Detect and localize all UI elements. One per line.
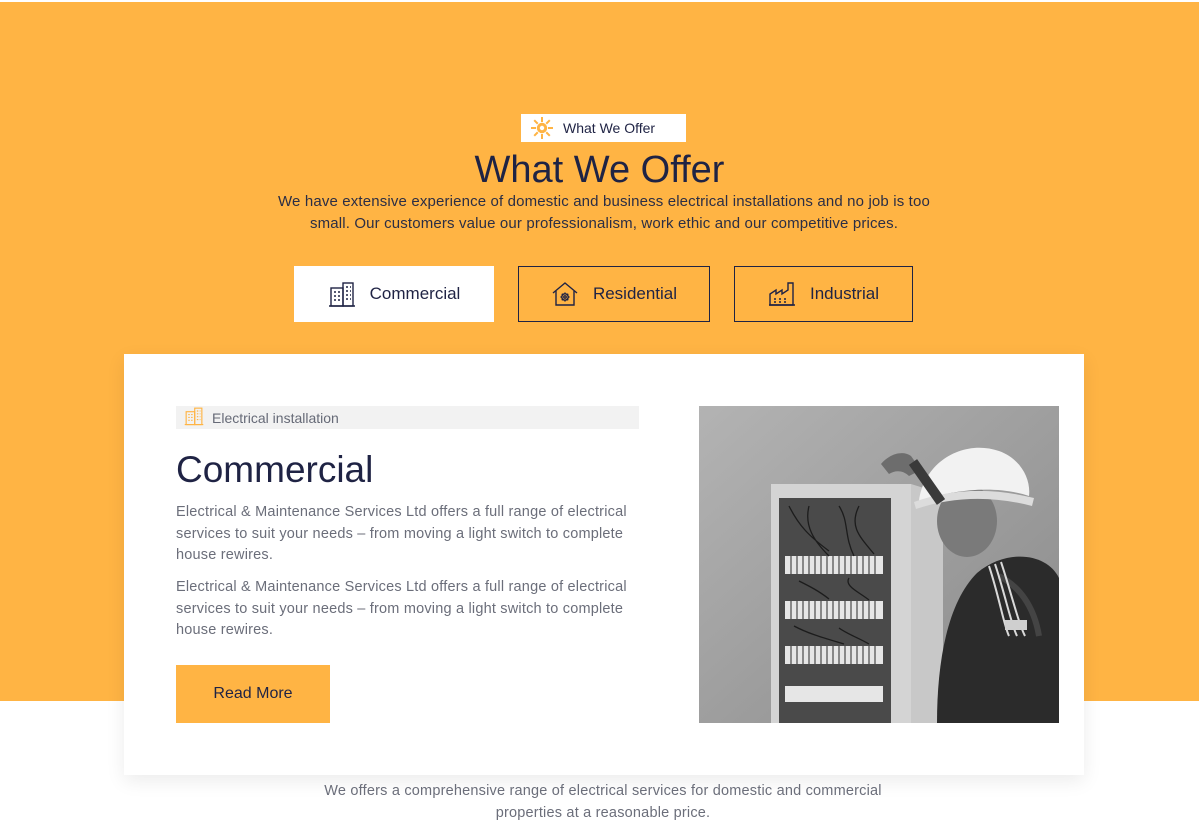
electrician-photo	[699, 406, 1059, 723]
section-title: What We Offer	[474, 149, 725, 191]
sun-gear-icon	[530, 116, 554, 140]
factory-icon	[768, 280, 796, 308]
read-more-button[interactable]: Read More	[176, 665, 330, 723]
card-paragraph: Electrical & Maintenance Services Ltd of…	[176, 579, 627, 638]
card-title: Commercial	[176, 449, 374, 490]
card-paragraph: Electrical & Maintenance Services Ltd of…	[176, 504, 627, 563]
section-badge-label: What We Offer	[563, 120, 656, 136]
tab-industrial-label: Industrial	[810, 284, 879, 303]
tab-residential[interactable]: Residential	[518, 266, 710, 322]
tab-commercial-label: Commercial	[369, 284, 461, 303]
card-tag: Electrical installation	[176, 406, 639, 429]
service-card: Electrical installation Commercial Elect…	[124, 354, 1084, 775]
office-building-icon	[328, 280, 356, 308]
section-intro: We have extensive experience of domestic…	[278, 193, 930, 232]
card-tag-label: Electrical installation	[212, 409, 339, 426]
tab-residential-label: Residential	[592, 284, 678, 303]
section-badge: What We Offer	[521, 114, 686, 142]
footer-text: We offers a comprehensive range of elect…	[324, 783, 882, 821]
tab-commercial[interactable]: Commercial	[294, 266, 494, 322]
house-gear-icon	[551, 280, 579, 308]
office-building-icon	[184, 406, 204, 429]
tab-industrial[interactable]: Industrial	[734, 266, 913, 322]
